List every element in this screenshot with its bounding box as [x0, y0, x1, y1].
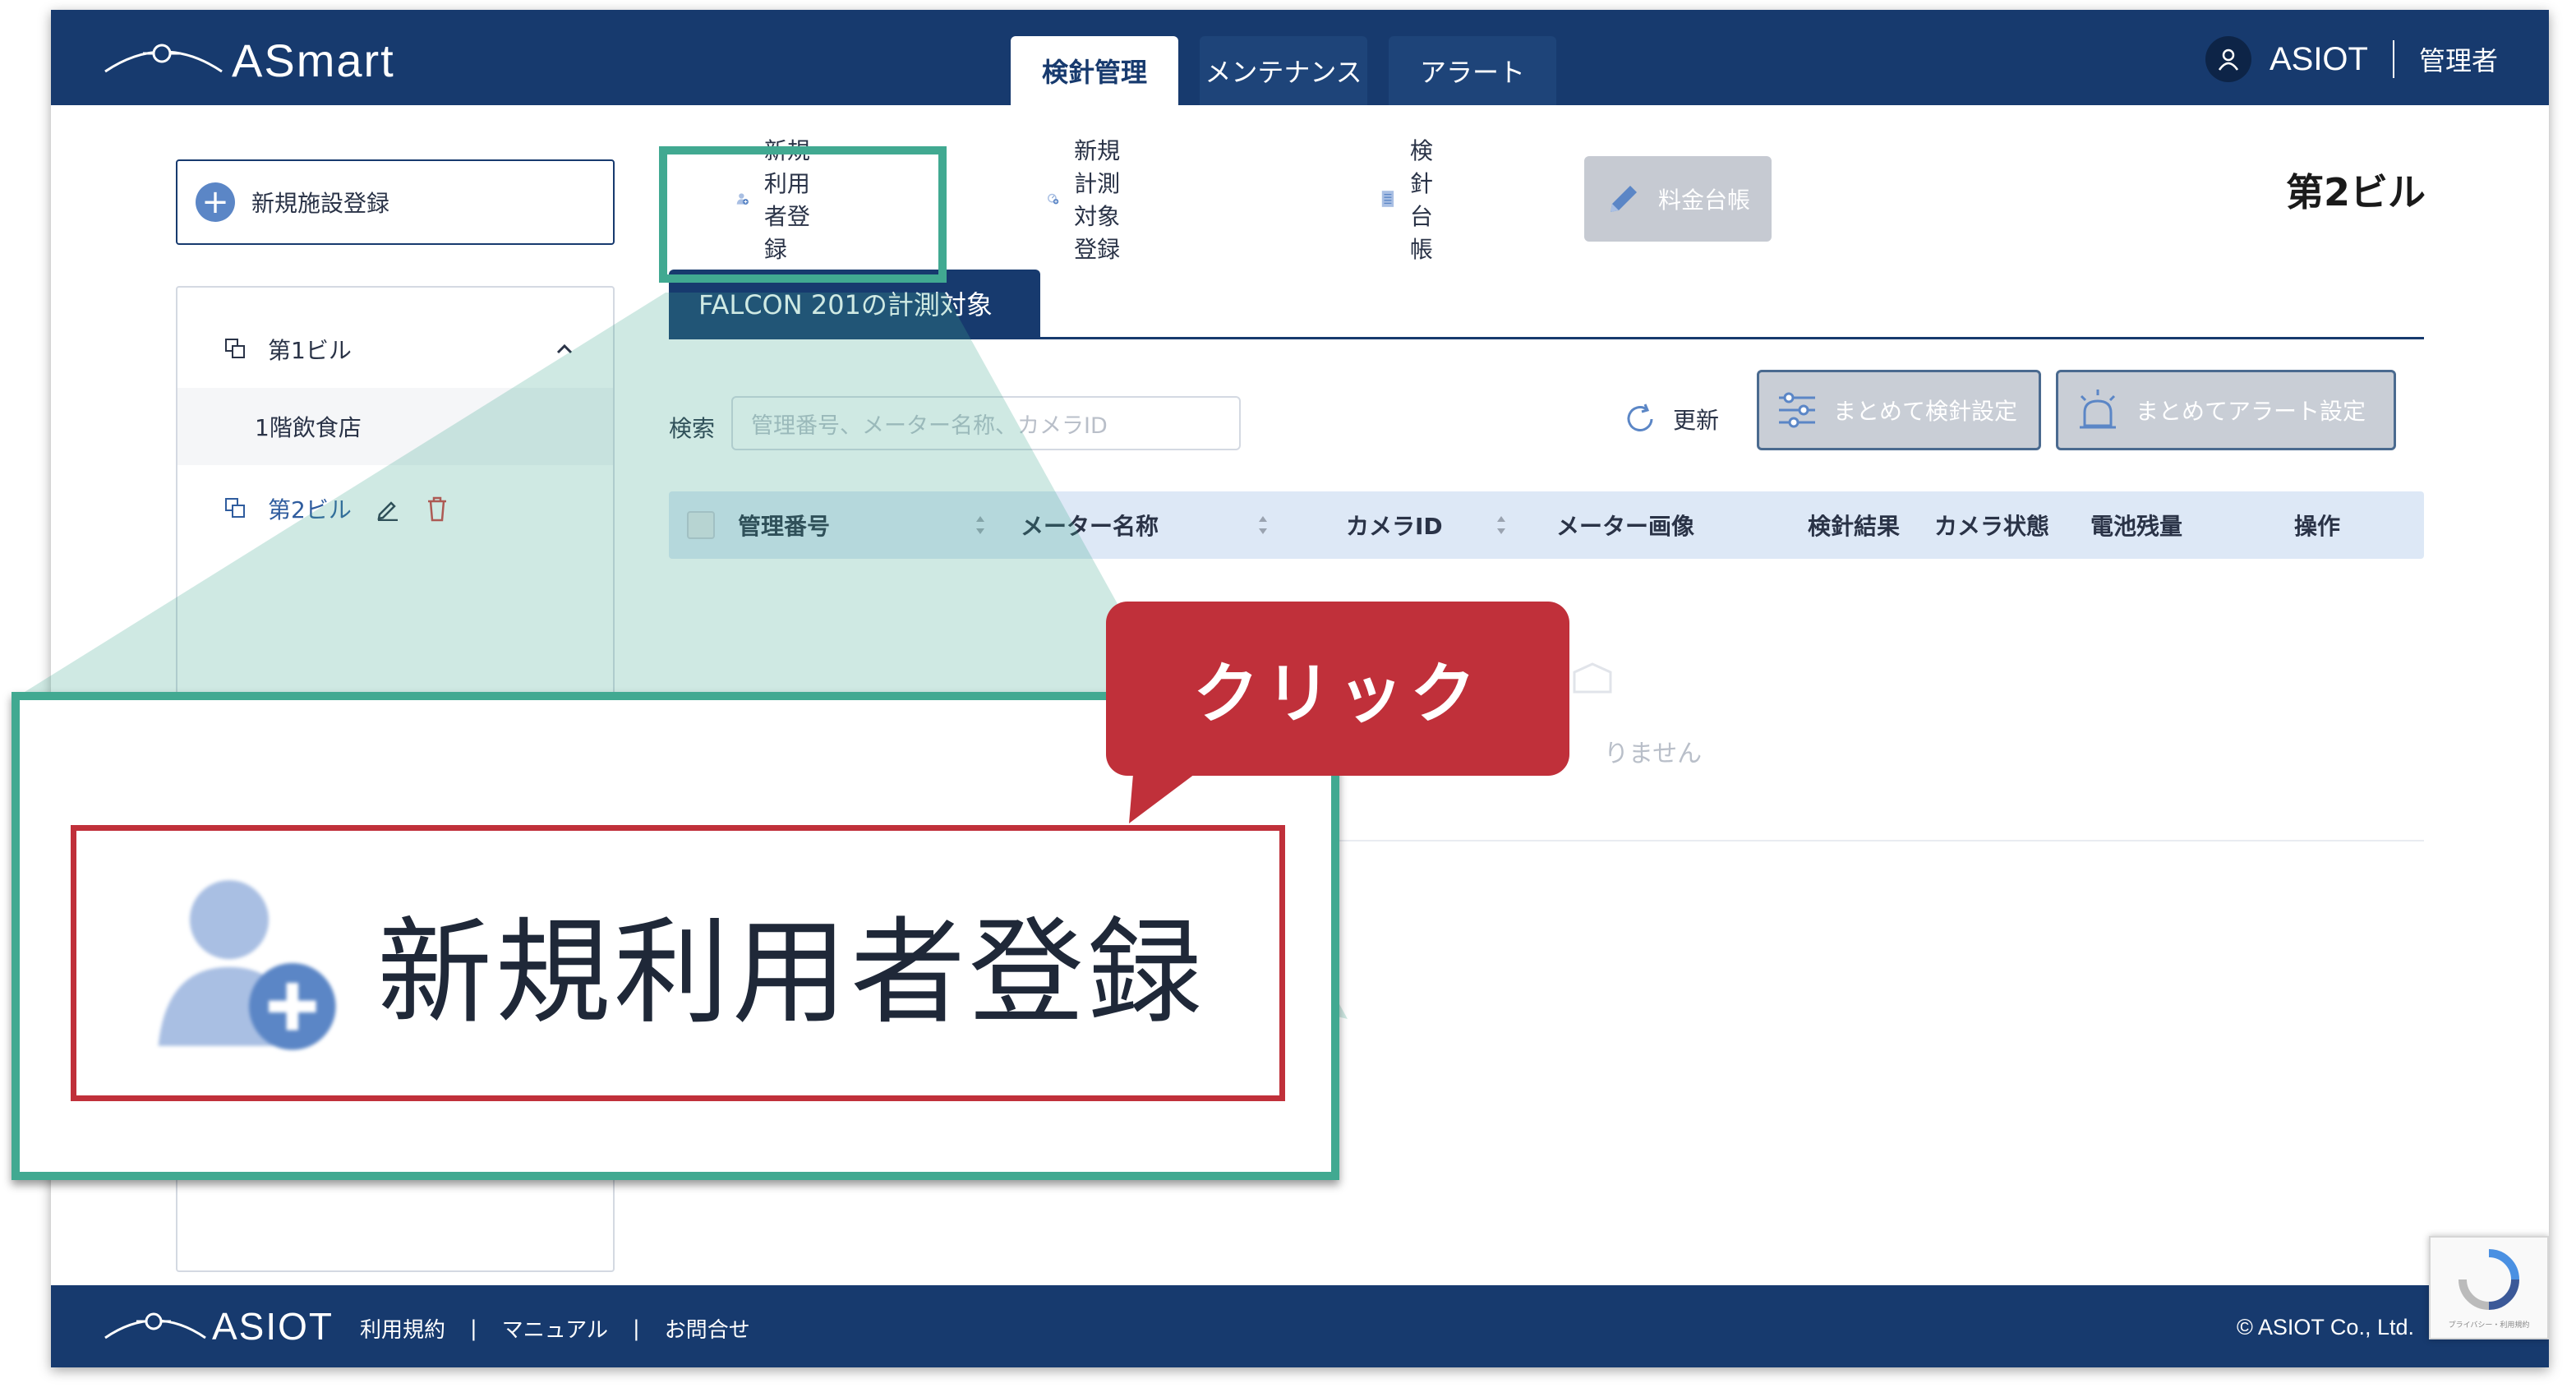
- zoom-target-frame: 新規利用者登録: [71, 825, 1285, 1101]
- highlight-frame: [659, 146, 947, 283]
- click-callout: クリック: [1106, 602, 1569, 776]
- zoom-label: 新規利用者登録: [377, 906, 1206, 1040]
- add-user-icon: [158, 880, 336, 1050]
